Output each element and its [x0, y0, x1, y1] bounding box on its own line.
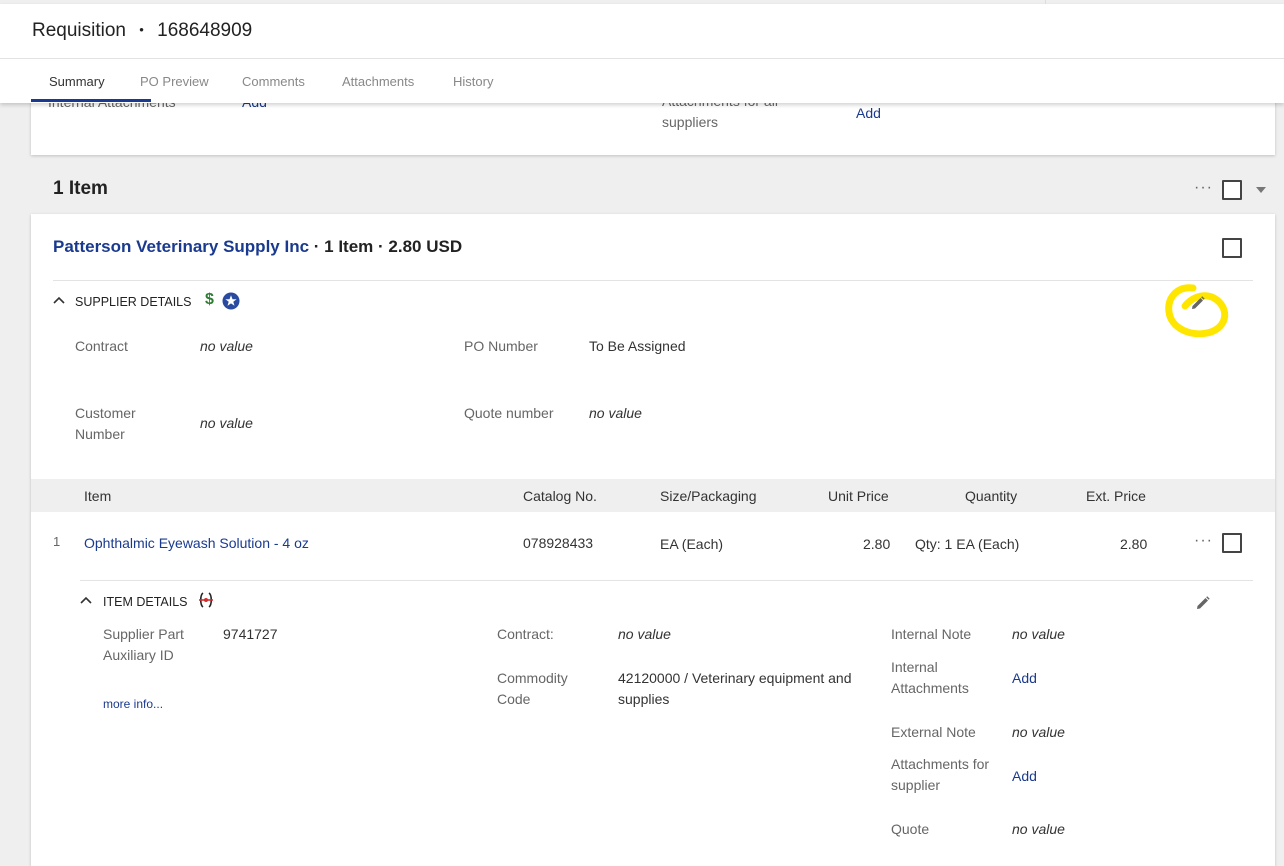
supplier-name-link[interactable]: Patterson Veterinary Supply Inc: [53, 237, 309, 256]
restricted-item-icon: [197, 591, 215, 609]
doc-type: Requisition: [32, 20, 126, 41]
supplier-summary: · 1 Item · 2.80 USD: [313, 237, 463, 256]
more-info-link[interactable]: more info...: [103, 697, 163, 711]
star-badge-icon: [222, 292, 240, 310]
quote-label: Quote: [891, 821, 930, 837]
dollar-icon: $: [205, 291, 214, 308]
commodity-code-label: Commodity Code: [497, 670, 568, 707]
col-ext-price: Ext. Price: [1086, 488, 1146, 504]
attachments-supplier-label: Attachments for supplier: [891, 756, 990, 793]
contract-value: no value: [200, 338, 253, 354]
internal-attachments-add-link[interactable]: Add: [1012, 670, 1037, 686]
tab-summary[interactable]: Summary: [49, 74, 105, 89]
quote-value: no value: [1012, 821, 1065, 837]
contract-label: Contract: [75, 338, 128, 354]
item-pencil-icon[interactable]: [1196, 596, 1210, 610]
pencil-icon[interactable]: [1191, 296, 1205, 310]
internal-note-label: Internal Note: [891, 626, 972, 642]
customer-number-label: Customer Number: [75, 405, 136, 442]
supplier-details-toggle[interactable]: [53, 294, 65, 308]
col-unit-price: Unit Price: [828, 488, 889, 504]
select-all-items-checkbox[interactable]: [1222, 180, 1242, 200]
po-number-value: To Be Assigned: [589, 338, 686, 354]
active-tab-indicator: [31, 99, 151, 102]
supplier-part-label: Supplier Part Auxiliary ID: [103, 626, 184, 663]
col-catalog: Catalog No.: [523, 488, 597, 504]
supplier-divider: [53, 280, 1253, 281]
commodity-code-value: 42120000 / Veterinary equipment and supp…: [618, 670, 852, 707]
item-contract-label: Contract:: [497, 626, 554, 642]
tab-history[interactable]: History: [453, 74, 493, 89]
po-number-label: PO Number: [464, 338, 538, 354]
size-packaging: EA (Each): [660, 536, 724, 552]
row-index: 1: [53, 534, 61, 549]
all-suppliers-attachments-add-link[interactable]: Add: [856, 105, 881, 121]
item-details-title: ITEM DETAILS: [103, 595, 188, 609]
supplier-title-line: Patterson Veterinary Supply Inc · 1 Item…: [53, 237, 462, 257]
internal-attachments-label: Internal Attachments: [891, 659, 969, 696]
items-table-header: Item Catalog No. Size/Packaging Unit Pri…: [31, 479, 1275, 512]
external-note-label: External Note: [891, 724, 976, 740]
customer-number-value: no value: [200, 415, 253, 431]
supplier-select-checkbox[interactable]: [1222, 238, 1242, 258]
col-item: Item: [84, 488, 112, 504]
header-divider: [0, 58, 1284, 59]
highlight-scribble: [1163, 280, 1233, 344]
row-divider: [80, 580, 1253, 581]
table-row: 1 Ophthalmic Eyewash Solution - 4 oz 078…: [31, 512, 1275, 580]
item-contract-value: no value: [618, 626, 671, 642]
chevron-up-icon: [80, 596, 92, 604]
item-details-toggle[interactable]: [80, 594, 92, 608]
doc-number: 168648909: [157, 20, 253, 41]
items-count-title: 1 Item: [53, 178, 108, 199]
title-separator: •: [139, 22, 144, 37]
ext-price: 2.80: [1120, 536, 1148, 552]
internal-note-value: no value: [1012, 626, 1065, 642]
items-more-button[interactable]: ···: [1194, 179, 1213, 197]
row-select-checkbox[interactable]: [1222, 533, 1242, 553]
page-title: Requisition • 168648909: [32, 20, 252, 42]
tab-po-preview[interactable]: PO Preview: [140, 74, 209, 89]
page-header: Requisition • 168648909 Summary PO Previ…: [0, 0, 1284, 103]
tab-attachments[interactable]: Attachments: [342, 74, 414, 89]
chevron-down-icon[interactable]: [1256, 187, 1266, 193]
tab-comments[interactable]: Comments: [242, 74, 305, 89]
quote-number-value: no value: [589, 405, 642, 421]
unit-price: 2.80: [863, 536, 891, 552]
supplier-part-value: 9741727: [223, 626, 278, 642]
supplier-card: Patterson Veterinary Supply Inc · 1 Item…: [31, 214, 1275, 866]
attachments-supplier-add-link[interactable]: Add: [1012, 768, 1037, 784]
quantity: Qty: 1 EA (Each): [915, 536, 1020, 552]
col-quantity: Quantity: [965, 488, 1018, 504]
supplier-details-title: SUPPLIER DETAILS: [75, 295, 192, 309]
col-size: Size/Packaging: [660, 488, 757, 504]
catalog-number: 078928433: [523, 535, 594, 551]
item-name-link[interactable]: Ophthalmic Eyewash Solution - 4 oz: [84, 535, 309, 551]
external-note-value: no value: [1012, 724, 1065, 740]
row-more-button[interactable]: ···: [1194, 532, 1213, 550]
quote-number-label: Quote number: [464, 405, 554, 421]
chevron-up-icon: [53, 296, 65, 304]
